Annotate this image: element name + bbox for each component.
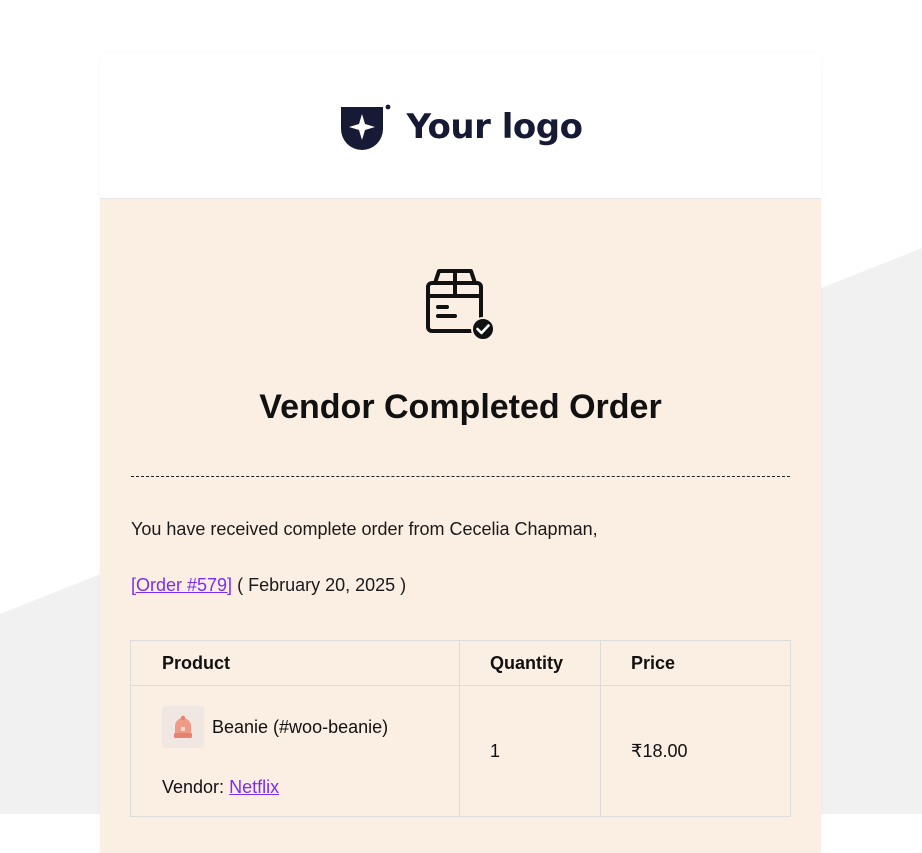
product-info: Beanie (#woo-beanie) [162, 706, 458, 748]
order-date: ( February 20, 2025 ) [237, 575, 407, 595]
order-link[interactable]: [Order #579] [131, 575, 232, 595]
intro-text: You have received complete order from Ce… [131, 519, 598, 539]
column-header-price: Price [600, 640, 791, 686]
email-header: Your logo [100, 53, 821, 199]
email-title: Vendor Completed Order [259, 388, 662, 426]
email-card: Your logo Vendor Completed Order You hav… [100, 53, 821, 853]
order-line: [Order #579] ( February 20, 2025 ) [131, 575, 406, 596]
table-row: Beanie (#woo-beanie) Vendor: Netflix 1 ₹… [130, 685, 791, 817]
box-check-icon [421, 267, 501, 352]
table-header-row: Product Quantity Price [130, 640, 791, 686]
product-name: Beanie (#woo-beanie) [212, 716, 389, 737]
vendor-link[interactable]: Netflix [229, 777, 279, 797]
quantity-cell: 1 [459, 685, 601, 817]
logo-icon [340, 104, 390, 150]
product-cell: Beanie (#woo-beanie) Vendor: Netflix [130, 685, 460, 817]
logo-text: Your logo [406, 106, 583, 147]
column-header-product: Product [130, 640, 460, 686]
order-items-table: Product Quantity Price Beanie (#woo-bean… [130, 640, 791, 817]
email-body: Vendor Completed Order You have received… [100, 199, 821, 853]
price-cell: ₹18.00 [600, 685, 791, 817]
vendor-label: Vendor: [162, 777, 225, 797]
logo: Your logo [339, 101, 583, 153]
beanie-thumbnail-icon [162, 706, 204, 748]
column-header-quantity: Quantity [459, 640, 601, 686]
divider [131, 476, 790, 477]
vendor-line: Vendor: Netflix [162, 777, 458, 798]
